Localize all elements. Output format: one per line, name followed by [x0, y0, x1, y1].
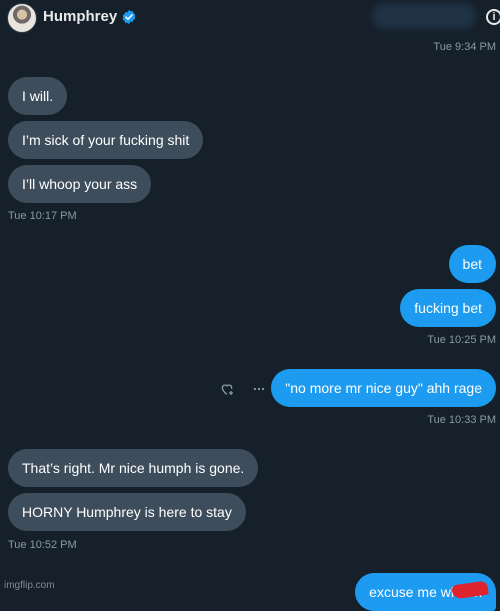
- more-options-icon[interactable]: [251, 382, 267, 396]
- verified-badge-icon: [122, 10, 136, 24]
- timestamp: Tue 9:34 PM: [433, 41, 496, 53]
- watermark: imgflip.com: [4, 580, 55, 591]
- add-reaction-icon[interactable]: [219, 381, 235, 397]
- avatar[interactable]: [7, 3, 37, 33]
- incoming-message[interactable]: I’ll whoop your ass: [8, 165, 152, 203]
- outgoing-message[interactable]: fucking bet: [400, 289, 496, 327]
- redacted-area: [372, 3, 476, 29]
- timestamp: Tue 10:33 PM: [427, 414, 496, 426]
- timestamp: Tue 10:25 PM: [427, 334, 496, 346]
- conversation-header: Humphrey i: [0, 0, 500, 36]
- timestamp: Tue 10:17 PM: [8, 210, 77, 222]
- incoming-message[interactable]: I will.: [8, 77, 68, 115]
- outgoing-message[interactable]: bet: [448, 245, 496, 283]
- info-icon[interactable]: i: [486, 9, 500, 25]
- contact-name[interactable]: Humphrey: [43, 8, 117, 25]
- incoming-message[interactable]: HORNY Humphrey is here to stay: [8, 493, 246, 531]
- outgoing-message[interactable]: "no more mr nice guy" ahh rage: [271, 369, 496, 407]
- incoming-message[interactable]: That’s right. Mr nice humph is gone.: [8, 449, 259, 487]
- timestamp: Tue 10:52 PM: [8, 539, 77, 551]
- incoming-message[interactable]: I’m sick of your fucking shit: [8, 121, 204, 159]
